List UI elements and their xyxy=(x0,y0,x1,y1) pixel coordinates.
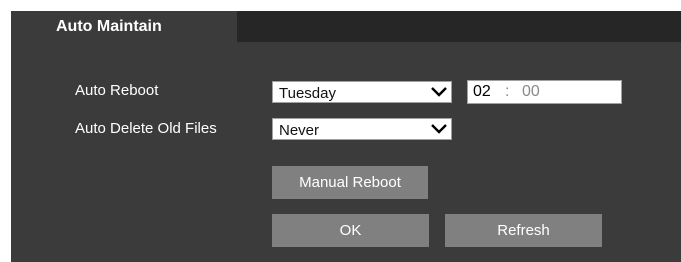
auto-reboot-day-value: Tuesday xyxy=(279,85,336,102)
chevron-down-icon xyxy=(431,124,447,134)
tab-auto-maintain[interactable]: Auto Maintain xyxy=(11,11,237,42)
auto-reboot-label: Auto Reboot xyxy=(75,82,159,99)
auto-reboot-day-select[interactable]: Tuesday xyxy=(272,81,452,103)
tab-bar: Auto Maintain xyxy=(11,11,681,42)
auto-delete-select[interactable]: Never xyxy=(272,118,452,140)
time-hour[interactable]: 02 xyxy=(473,83,491,101)
time-separator: : xyxy=(505,83,510,100)
refresh-button[interactable]: Refresh xyxy=(445,214,602,247)
auto-maintain-panel: Auto Maintain Auto Reboot Tuesday 02 : 0… xyxy=(11,11,681,262)
auto-delete-value: Never xyxy=(279,122,320,139)
auto-delete-label: Auto Delete Old Files xyxy=(75,120,217,137)
auto-reboot-time-input[interactable]: 02 : 00 xyxy=(467,80,622,104)
time-minute[interactable]: 00 xyxy=(522,83,540,101)
ok-button[interactable]: OK xyxy=(272,214,429,247)
manual-reboot-button[interactable]: Manual Reboot xyxy=(272,166,428,199)
tab-label: Auto Maintain xyxy=(56,18,162,35)
chevron-down-icon xyxy=(431,87,447,97)
